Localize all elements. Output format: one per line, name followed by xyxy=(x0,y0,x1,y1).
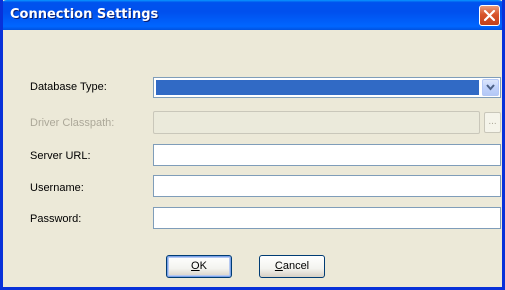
ok-mnemonic: O xyxy=(191,260,200,272)
database-type-dropdown-button[interactable] xyxy=(482,79,499,96)
database-type-select[interactable] xyxy=(153,77,501,98)
server-url-label: Server URL: xyxy=(30,150,91,162)
cancel-mnemonic: C xyxy=(274,260,283,272)
connection-settings-dialog: Connection Settings Database Type: Drive… xyxy=(0,0,505,290)
driver-classpath-field xyxy=(153,111,480,134)
window-title: Connection Settings xyxy=(10,7,159,22)
ok-button[interactable]: OK xyxy=(166,255,232,278)
cancel-button[interactable]: Cancel xyxy=(259,255,325,278)
title-bar[interactable]: Connection Settings xyxy=(3,0,502,30)
ok-label-rest: K xyxy=(199,260,207,272)
database-type-selected-value xyxy=(156,80,479,95)
database-type-label: Database Type: xyxy=(30,81,107,93)
driver-classpath-browse-button: ... xyxy=(484,112,501,133)
username-label: Username: xyxy=(30,182,84,194)
chevron-down-icon xyxy=(486,84,495,91)
cancel-label-rest: ancel xyxy=(282,260,310,272)
password-label: Password: xyxy=(30,213,82,225)
password-input[interactable] xyxy=(153,207,501,229)
driver-classpath-label: Driver Classpath: xyxy=(30,117,115,129)
close-button[interactable] xyxy=(479,5,500,26)
close-icon xyxy=(483,9,496,22)
server-url-input[interactable] xyxy=(153,144,501,166)
username-input[interactable] xyxy=(153,175,501,197)
